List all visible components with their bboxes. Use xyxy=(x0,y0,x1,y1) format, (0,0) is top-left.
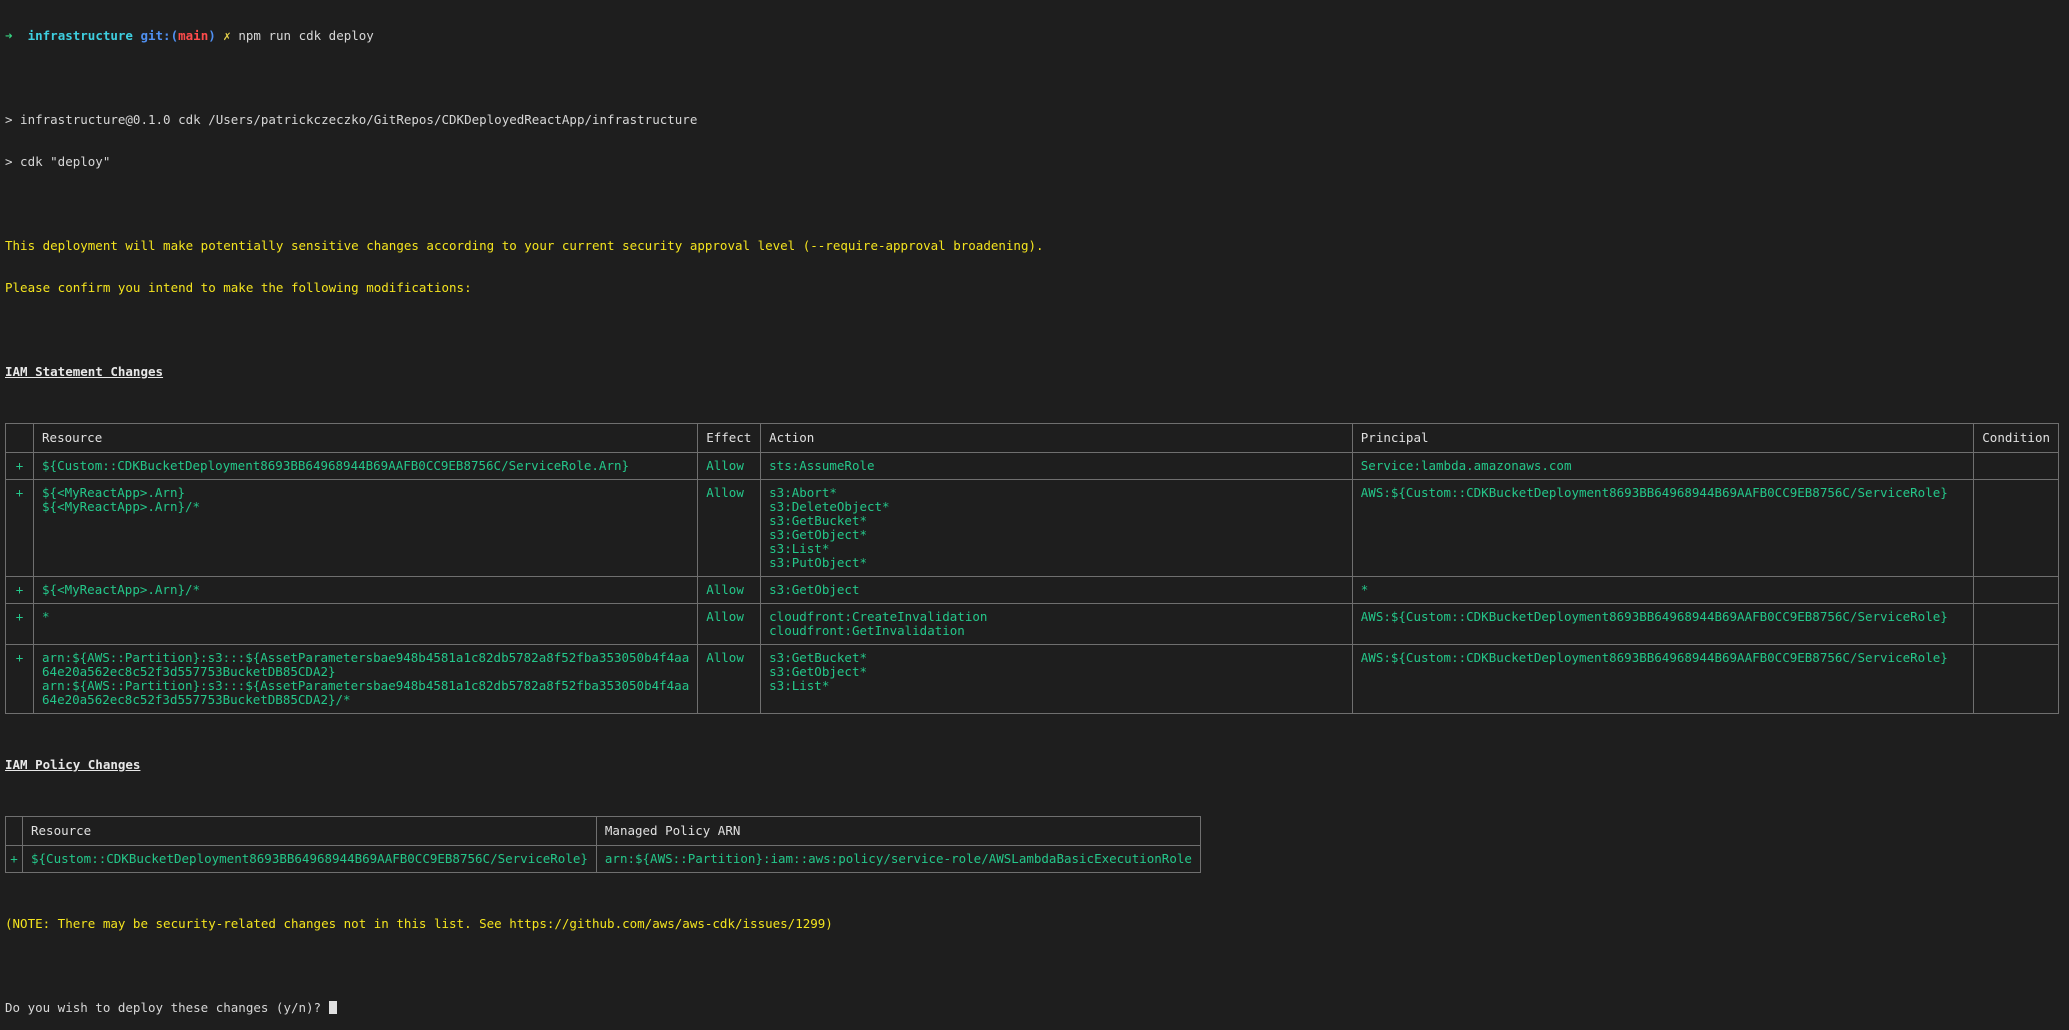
cell-action: s3:GetObject xyxy=(760,576,1353,604)
cell-sign: + xyxy=(4,479,35,577)
cell-condition xyxy=(1973,452,2059,480)
cell-effect: Allow xyxy=(697,452,762,480)
column-header-resource: Resource xyxy=(33,423,699,453)
cell-action: sts:AssumeRole xyxy=(760,452,1353,480)
terminal-output: ➜ infrastructure git:(main) ✗ npm run cd… xyxy=(0,0,2069,1030)
column-header-action: Action xyxy=(760,423,1353,453)
cell-sign: + xyxy=(4,576,35,604)
cell-resource: arn:${AWS::Partition}:s3:::${AssetParame… xyxy=(33,644,699,714)
prompt-directory: infrastructure xyxy=(27,28,133,43)
dirty-marker-icon: ✗ xyxy=(223,28,231,43)
cell-principal: AWS:${Custom::CDKBucketDeployment8693BB6… xyxy=(1351,603,1975,645)
prompt-line: ➜ infrastructure git:(main) ✗ npm run cd… xyxy=(5,29,2064,43)
table-row: + ${<MyReactApp>.Arn}/* Allow s3:GetObject * xyxy=(4,576,2059,604)
cell-action: cloudfront:CreateInvalidation cloudfront… xyxy=(760,603,1353,645)
cell-sign: + xyxy=(4,644,35,714)
iam-policy-changes-title: IAM Policy Changes xyxy=(5,757,141,772)
cell-effect: Allow xyxy=(697,603,762,645)
git-label: git:( xyxy=(140,28,179,43)
cell-managed-policy-arn: arn:${AWS::Partition}:iam::aws:policy/se… xyxy=(595,845,1201,873)
cell-condition xyxy=(1973,479,2059,577)
cell-resource: ${Custom::CDKBucketDeployment8693BB64968… xyxy=(22,845,597,873)
security-note: (NOTE: There may be security-related cha… xyxy=(5,916,833,931)
iam-statement-table: Resource Effect Action Principal Conditi… xyxy=(4,423,2059,714)
iam-policy-table: Resource Managed Policy ARN + ${Custom::C… xyxy=(5,816,1201,873)
column-header-resource: Resource xyxy=(22,816,597,846)
cell-sign: + xyxy=(4,603,35,645)
cell-sign: + xyxy=(5,845,23,873)
cell-principal: Service:lambda.amazonaws.com xyxy=(1351,452,1975,480)
cell-effect: Allow xyxy=(697,479,762,577)
cell-action: s3:GetBucket* s3:GetObject* s3:List* xyxy=(760,644,1353,714)
table-row: + arn:${AWS::Partition}:s3:::${AssetParam… xyxy=(4,644,2059,714)
terminal-cursor[interactable] xyxy=(328,1001,337,1014)
cell-effect: Allow xyxy=(697,644,762,714)
confirm-prompt[interactable]: Do you wish to deploy these changes (y/n… xyxy=(5,1001,2064,1015)
confirm-intent-text: Please confirm you intend to make the fo… xyxy=(5,280,472,295)
git-label-close: ) xyxy=(208,28,216,43)
column-header-sign xyxy=(5,816,23,846)
cell-sign: + xyxy=(4,452,35,480)
column-header-effect: Effect xyxy=(697,423,762,453)
cell-condition xyxy=(1973,603,2059,645)
column-header-managed-policy-arn: Managed Policy ARN xyxy=(595,816,1201,846)
command-text: npm run cdk deploy xyxy=(238,28,374,43)
cell-principal: AWS:${Custom::CDKBucketDeployment8693BB6… xyxy=(1351,644,1975,714)
cell-resource: ${<MyReactApp>.Arn}/* xyxy=(33,576,699,604)
cell-principal: AWS:${Custom::CDKBucketDeployment8693BB6… xyxy=(1351,479,1975,577)
column-header-condition: Condition xyxy=(1973,423,2059,453)
cell-condition xyxy=(1973,576,2059,604)
cell-action: s3:Abort* s3:DeleteObject* s3:GetBucket*… xyxy=(760,479,1353,577)
table-header-row: Resource Effect Action Principal Conditi… xyxy=(4,423,2059,453)
table-header-row: Resource Managed Policy ARN xyxy=(5,816,1201,846)
cell-principal: * xyxy=(1351,576,1975,604)
cell-resource: ${Custom::CDKBucketDeployment8693BB64968… xyxy=(33,452,699,480)
cell-condition xyxy=(1973,644,2059,714)
table-row: + ${Custom::CDKBucketDeployment8693BB6496… xyxy=(4,452,2059,480)
column-header-sign xyxy=(4,423,35,453)
npm-command-line: > cdk "deploy" xyxy=(5,154,111,169)
cell-effect: Allow xyxy=(697,576,762,604)
prompt-arrow-icon: ➜ xyxy=(5,28,13,43)
column-header-principal: Principal xyxy=(1351,423,1975,453)
security-warning: This deployment will make potentially se… xyxy=(5,238,1044,253)
git-branch: main xyxy=(178,28,209,43)
table-row: + ${<MyReactApp>.Arn} ${<MyReactApp>.Arn}… xyxy=(4,479,2059,577)
npm-script-line: > infrastructure@0.1.0 cdk /Users/patric… xyxy=(5,112,698,127)
iam-statement-changes-title: IAM Statement Changes xyxy=(5,364,164,379)
table-row: + ${Custom::CDKBucketDeployment8693BB6496… xyxy=(5,845,1201,873)
table-row: + * Allow cloudfront:CreateInvalidation clo… xyxy=(4,603,2059,645)
cell-resource: * xyxy=(33,603,699,645)
confirm-prompt-text: Do you wish to deploy these changes (y/n… xyxy=(5,1000,329,1015)
cell-resource: ${<MyReactApp>.Arn} ${<MyReactApp>.Arn}/… xyxy=(33,479,699,577)
